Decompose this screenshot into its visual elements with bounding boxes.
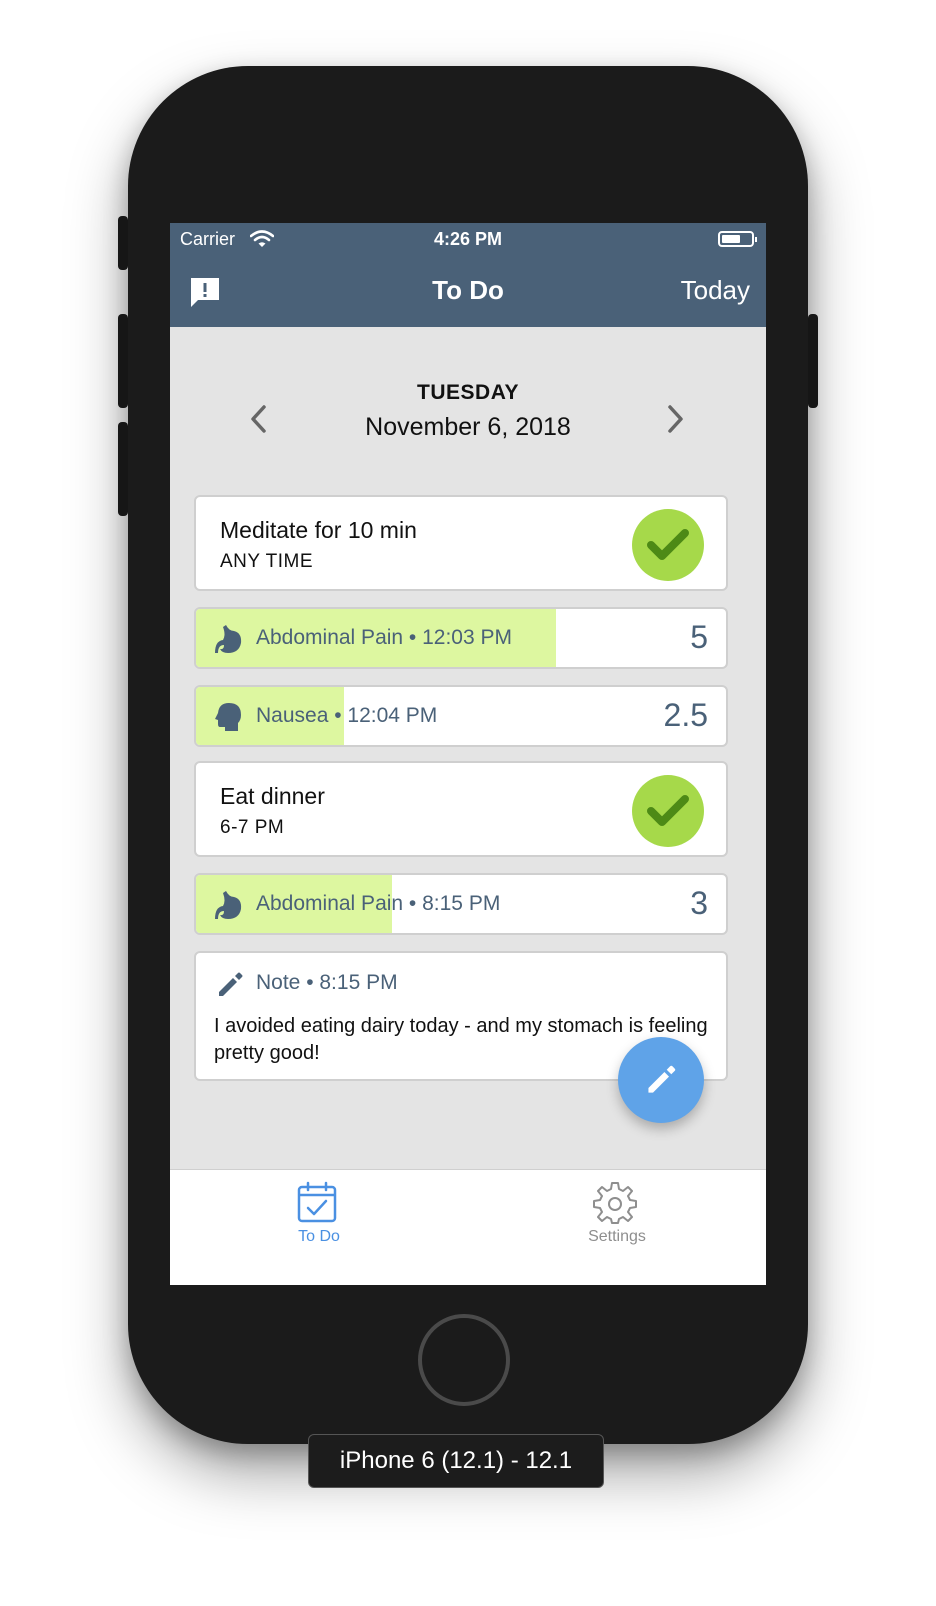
power-button xyxy=(808,314,818,408)
task-title: Meditate for 10 min xyxy=(220,517,417,543)
calendar-check-icon xyxy=(297,1181,337,1223)
symptom-severity: 3 xyxy=(690,885,708,921)
tab-todo[interactable]: To Do xyxy=(170,1170,468,1256)
head-icon xyxy=(215,703,241,731)
stomach-icon xyxy=(215,891,242,919)
task-time: ANY TIME xyxy=(220,551,314,572)
task-title: Eat dinner xyxy=(220,783,325,809)
task-card[interactable]: Eat dinner 6-7 PM xyxy=(194,761,728,857)
symptom-severity: 2.5 xyxy=(663,697,708,733)
tab-label: To Do xyxy=(298,1228,340,1245)
date-navigator: TUESDAY November 6, 2018 xyxy=(170,327,766,497)
task-card[interactable]: Meditate for 10 min ANY TIME xyxy=(194,495,728,591)
tab-bar: To Do Settings xyxy=(170,1169,766,1285)
pencil-icon xyxy=(648,1065,676,1093)
status-time: 4:26 PM xyxy=(433,229,503,249)
nav-bar: To Do Today xyxy=(170,257,766,327)
task-complete-button[interactable] xyxy=(632,775,704,847)
today-button[interactable]: Today xyxy=(681,275,750,306)
symptom-card[interactable]: Abdominal Pain • 12:03 PM 5 xyxy=(194,607,728,669)
symptom-card[interactable]: Abdominal Pain • 8:15 PM 3 xyxy=(194,873,728,935)
gear-icon xyxy=(593,1182,637,1224)
volume-down-button xyxy=(118,422,128,516)
simulator-device-label: iPhone 6 (12.1) - 12.1 xyxy=(308,1434,604,1488)
task-complete-button[interactable] xyxy=(632,509,704,581)
task-time: 6-7 PM xyxy=(220,817,285,838)
symptom-label: Abdominal Pain • 12:03 PM xyxy=(256,626,512,649)
page-title: To Do xyxy=(432,275,504,305)
add-note-button[interactable] xyxy=(618,1037,704,1123)
note-header: Note • 8:15 PM xyxy=(256,971,398,994)
pencil-icon xyxy=(219,972,243,996)
volume-up-button xyxy=(118,314,128,408)
tab-settings[interactable]: Settings xyxy=(468,1170,766,1256)
mute-switch xyxy=(118,216,128,270)
home-button[interactable] xyxy=(418,1314,510,1406)
battery-icon xyxy=(718,231,757,247)
symptom-label: Nausea • 12:04 PM xyxy=(256,704,438,727)
tab-label: Settings xyxy=(588,1228,646,1245)
stomach-icon xyxy=(215,625,242,653)
chevron-right-icon[interactable] xyxy=(660,399,690,439)
checkmark-icon xyxy=(647,529,689,560)
symptom-card[interactable]: Nausea • 12:04 PM 2.5 xyxy=(194,685,728,747)
status-bar: Carrier 4:26 PM xyxy=(170,223,766,257)
checkmark-icon xyxy=(647,795,689,826)
symptom-severity: 5 xyxy=(690,619,708,655)
app-screen: Carrier 4:26 PM To Do Today TUESDAY Nove… xyxy=(170,223,766,1285)
symptom-label: Abdominal Pain • 8:15 PM xyxy=(256,892,501,915)
